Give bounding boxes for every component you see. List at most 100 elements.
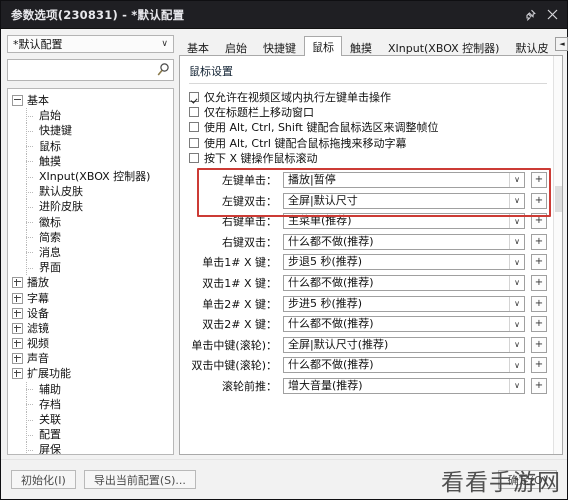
tree-item[interactable]: 启始	[8, 108, 173, 124]
tab-2[interactable]: 快捷键	[255, 38, 304, 56]
expand-icon[interactable]	[12, 307, 23, 319]
action-combo-7[interactable]: 什么都不做(推荐) ∨	[283, 316, 525, 333]
profile-select[interactable]: *默认配置 ∨	[7, 35, 174, 53]
checkbox-row[interactable]: 按下 X 键操作鼠标滚动	[189, 151, 547, 166]
chevron-down-icon[interactable]: ∨	[509, 214, 524, 229]
action-combo-6[interactable]: 步进5 秒(推荐) ∨	[283, 295, 525, 312]
action-row-label: 单击1# X 键：	[202, 256, 277, 270]
expand-icon[interactable]	[12, 368, 23, 380]
chevron-down-icon[interactable]: ∨	[509, 193, 524, 208]
chevron-down-icon[interactable]: ∨	[509, 234, 524, 249]
checkbox-2[interactable]	[189, 122, 199, 133]
tree-item[interactable]: 进阶皮肤	[8, 199, 173, 215]
tree-item[interactable]: 配置	[8, 427, 173, 443]
checkbox-4[interactable]	[189, 153, 199, 164]
tree-item[interactable]: 鼠标	[8, 138, 173, 154]
mouse-settings-content: 鼠标设置 仅允许在视频区域内执行左键单击操作 仅在标题栏上移动窗口 使用 Alt, …	[180, 56, 553, 454]
add-action-button[interactable]: +	[531, 171, 547, 188]
tree-item[interactable]: 界面	[8, 260, 173, 276]
add-action-button[interactable]: +	[531, 233, 547, 250]
initialize-button[interactable]: 初始化(I)	[11, 470, 76, 489]
content-scrollbar[interactable]	[553, 56, 562, 454]
chevron-down-icon[interactable]: ∨	[509, 358, 524, 373]
add-action-button[interactable]: +	[531, 377, 547, 394]
search-box[interactable]	[7, 59, 174, 81]
action-combo-3[interactable]: 什么都不做(推荐) ∨	[283, 233, 525, 250]
action-combo-1[interactable]: 全屏|默认尺寸 ∨	[283, 192, 525, 209]
add-action-button[interactable]: +	[531, 295, 547, 312]
action-combo-value: 全屏|默认尺寸	[288, 193, 358, 207]
tree-item[interactable]: 播放	[8, 275, 173, 290]
action-row: 单击1# X 键： 步退5 秒(推荐) ∨ +	[189, 254, 547, 271]
checkbox-row[interactable]: 仅在标题栏上移动窗口	[189, 104, 547, 119]
checkbox-1[interactable]	[189, 107, 199, 118]
tree-item[interactable]: XInput(XBOX 控制器)	[8, 168, 173, 185]
expand-icon[interactable]	[12, 353, 23, 365]
settings-tree[interactable]: 基本 启始 快捷键 鼠标 触摸 XInput(XBOX 控制器) 默认皮肤 进阶皮肤 徽标 简索消…	[7, 88, 174, 455]
action-combo-10[interactable]: 增大音量(推荐) ∨	[283, 377, 525, 394]
tab-0[interactable]: 基本	[179, 38, 217, 56]
tree-item[interactable]: 徽标	[8, 214, 173, 230]
checkbox-0[interactable]	[189, 91, 199, 102]
add-action-button[interactable]: +	[531, 213, 547, 230]
tree-item[interactable]: 消息	[8, 244, 173, 261]
tree-item[interactable]: 基本	[8, 93, 173, 108]
chevron-down-icon[interactable]: ∨	[509, 275, 524, 290]
tree-item[interactable]: 屏保	[8, 442, 173, 455]
tree-item[interactable]: 字幕	[8, 290, 173, 305]
expand-icon[interactable]	[12, 338, 23, 350]
action-combo-2[interactable]: 主菜单(推荐) ∨	[283, 213, 525, 230]
chevron-down-icon[interactable]: ∨	[509, 378, 524, 393]
chevron-down-icon[interactable]: ∨	[509, 255, 524, 270]
collapse-icon[interactable]	[12, 95, 23, 107]
checkbox-3[interactable]	[189, 137, 199, 148]
checkbox-row[interactable]: 仅允许在视频区域内执行左键单击操作	[189, 89, 547, 104]
export-config-button[interactable]: 导出当前配置(S)...	[83, 470, 196, 489]
action-combo-0[interactable]: 播放|暂停 ∨	[283, 171, 525, 188]
chevron-down-icon[interactable]: ∨	[509, 317, 524, 332]
tree-item[interactable]: 扩展功能	[8, 366, 173, 381]
add-action-button[interactable]: +	[531, 357, 547, 374]
tree-item[interactable]: 设备	[8, 306, 173, 321]
chevron-down-icon[interactable]: ∨	[509, 337, 524, 352]
tree-item[interactable]: 默认皮肤	[8, 184, 173, 200]
content-scrollbar-thumb[interactable]	[554, 186, 562, 212]
add-action-button[interactable]: +	[531, 254, 547, 271]
add-action-button[interactable]: +	[531, 274, 547, 291]
checkbox-row[interactable]: 使用 Alt, Ctrl, Shift 键配合鼠标选区来调整帧位	[189, 120, 547, 135]
tree-item[interactable]: 触摸	[8, 153, 173, 170]
tree-branch-line	[26, 184, 39, 200]
tab-6[interactable]: 默认皮	[507, 38, 556, 56]
checkbox-row[interactable]: 使用 Alt, Ctrl 键配合鼠标拖拽来移动字幕	[189, 135, 547, 150]
pin-icon[interactable]	[519, 4, 541, 26]
tree-item[interactable]: 简索	[8, 229, 173, 246]
chevron-down-icon[interactable]: ∨	[509, 172, 524, 187]
tree-item[interactable]: 声音	[8, 351, 173, 366]
add-action-button[interactable]: +	[531, 316, 547, 333]
add-action-button[interactable]: +	[531, 336, 547, 353]
tab-1[interactable]: 启始	[217, 38, 255, 56]
expand-icon[interactable]	[12, 322, 23, 334]
action-combo-4[interactable]: 步退5 秒(推荐) ∨	[283, 254, 525, 271]
chevron-down-icon[interactable]: ∨	[509, 296, 524, 311]
tree-item[interactable]: 滤镜	[8, 321, 173, 336]
tree-item[interactable]: 关联	[8, 411, 173, 428]
ok-button[interactable]: 确定(O)	[497, 470, 557, 489]
action-combo-8[interactable]: 全屏|默认尺寸(推荐) ∨	[283, 336, 525, 353]
expand-icon[interactable]	[12, 277, 23, 289]
tab-4[interactable]: 触摸	[342, 38, 380, 56]
tree-item[interactable]: 快捷键	[8, 123, 173, 139]
action-combo-9[interactable]: 什么都不做(推荐) ∨	[283, 357, 525, 374]
add-action-button[interactable]: +	[531, 192, 547, 209]
tab-3[interactable]: 鼠标	[304, 36, 342, 56]
action-combo-5[interactable]: 什么都不做(推荐) ∨	[283, 274, 525, 291]
tree-item[interactable]: 视频	[8, 336, 173, 351]
tree-item[interactable]: 存档	[8, 396, 173, 413]
tree-item[interactable]: 辅助	[8, 381, 173, 397]
expand-icon[interactable]	[12, 292, 23, 304]
search-input[interactable]	[12, 63, 155, 77]
tab-scroll-left-button[interactable]: ◄	[555, 37, 568, 51]
tab-5[interactable]: XInput(XBOX 控制器)	[380, 38, 507, 56]
tree-item-label: 屏保	[39, 443, 61, 455]
close-icon[interactable]	[541, 4, 563, 26]
